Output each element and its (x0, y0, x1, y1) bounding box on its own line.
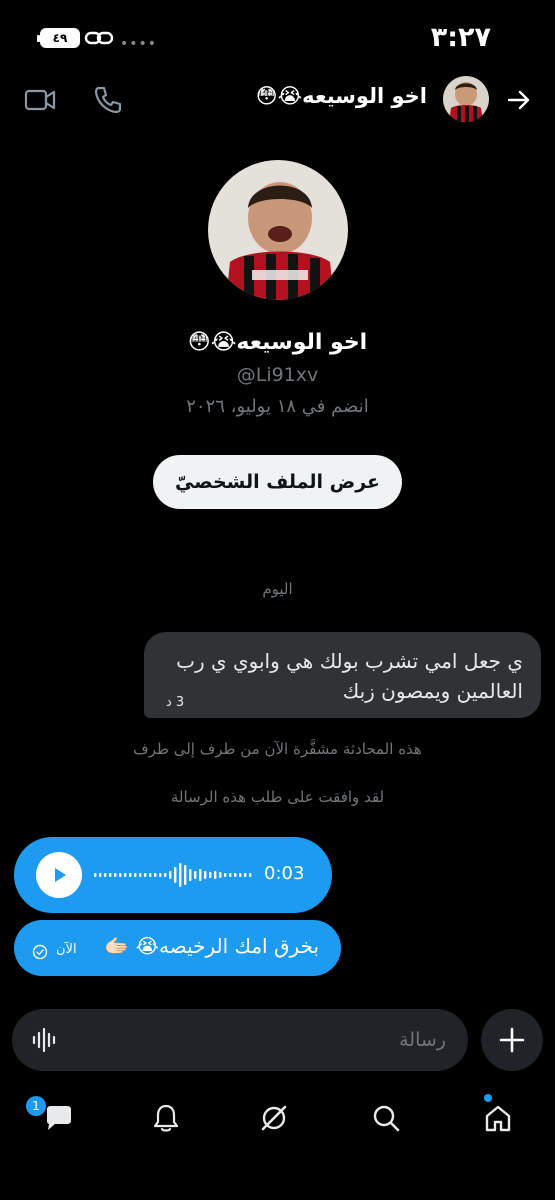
messages-unread-badge: 1 (26, 1096, 46, 1116)
status-bar: ٤٩ •••• ٣:٢٧ (0, 0, 555, 70)
play-icon (55, 868, 66, 882)
nav-notifications[interactable] (146, 1098, 186, 1138)
day-separator: اليوم (262, 580, 293, 598)
link-icon (84, 31, 114, 45)
more-dots-icon: •••• (120, 36, 158, 52)
outgoing-message-text: بخرق امك الرخيصه😭 🫱🏻 (104, 934, 319, 958)
home-icon (485, 1105, 511, 1132)
nav-home[interactable] (478, 1098, 518, 1138)
request-accepted-notice: لقد وافقت على طلب هذه الرسالة (170, 788, 385, 806)
nav-grok[interactable] (254, 1098, 294, 1138)
play-button[interactable] (36, 852, 82, 898)
incoming-message[interactable]: ي جعل امي تشرب بولك هي وابوي ي رب العالم… (144, 632, 541, 718)
waveform-mic-icon (32, 1027, 56, 1053)
search-icon (373, 1105, 400, 1132)
incoming-message-time: 3 د (166, 695, 185, 710)
chat-header: اخو الوسيعه😭😳 (0, 70, 555, 130)
bottom-navigation (0, 1090, 555, 1150)
battery-indicator: ٤٩ (37, 28, 80, 48)
video-icon (24, 89, 56, 111)
voice-record-button[interactable] (30, 1025, 60, 1055)
profile-avatar[interactable] (208, 160, 348, 300)
plus-icon (499, 1027, 525, 1053)
incoming-message-text: ي جعل امي تشرب بولك هي وابوي ي رب العالم… (176, 649, 523, 703)
outgoing-message[interactable]: الآن بخرق امك الرخيصه😭 🫱🏻 (14, 920, 341, 976)
back-button[interactable] (501, 82, 537, 118)
header-contact-name[interactable]: اخو الوسيعه😭😳 (256, 84, 427, 108)
profile-handle: @Li91xv (236, 364, 319, 386)
message-composer (12, 1009, 468, 1071)
home-unread-dot (484, 1094, 492, 1102)
attach-button[interactable] (481, 1009, 543, 1071)
view-profile-button[interactable]: عرض الملف الشخصيّ (153, 455, 402, 509)
messages-icon (47, 1106, 71, 1130)
voice-duration: 0:03 (264, 863, 305, 884)
encryption-notice: هذه المحادثة مشفَّرة الآن من طرف إلى طرف (133, 740, 422, 758)
sent-check-icon (32, 944, 48, 960)
battery-level: ٤٩ (52, 31, 68, 45)
message-input[interactable] (106, 1023, 446, 1057)
profile-name: اخو الوسيعه😭😳 (187, 330, 368, 355)
video-call-button[interactable] (22, 82, 58, 118)
arrow-right-icon (507, 90, 530, 110)
waveform (94, 863, 252, 887)
phone-icon (94, 86, 122, 114)
phone-call-button[interactable] (90, 82, 126, 118)
grok-icon (261, 1105, 287, 1131)
avatar-image (443, 76, 489, 122)
outgoing-message-time: الآن (56, 942, 77, 957)
header-avatar[interactable] (443, 76, 489, 122)
avatar-image (208, 160, 348, 300)
profile-join-date: انضم في ١٨ يوليو، ٢٠٢٦ (186, 396, 369, 417)
bell-icon (153, 1104, 179, 1132)
nav-search[interactable] (366, 1098, 406, 1138)
voice-message[interactable]: 0:03 (14, 837, 332, 913)
status-time: ٣:٢٧ (430, 22, 491, 53)
